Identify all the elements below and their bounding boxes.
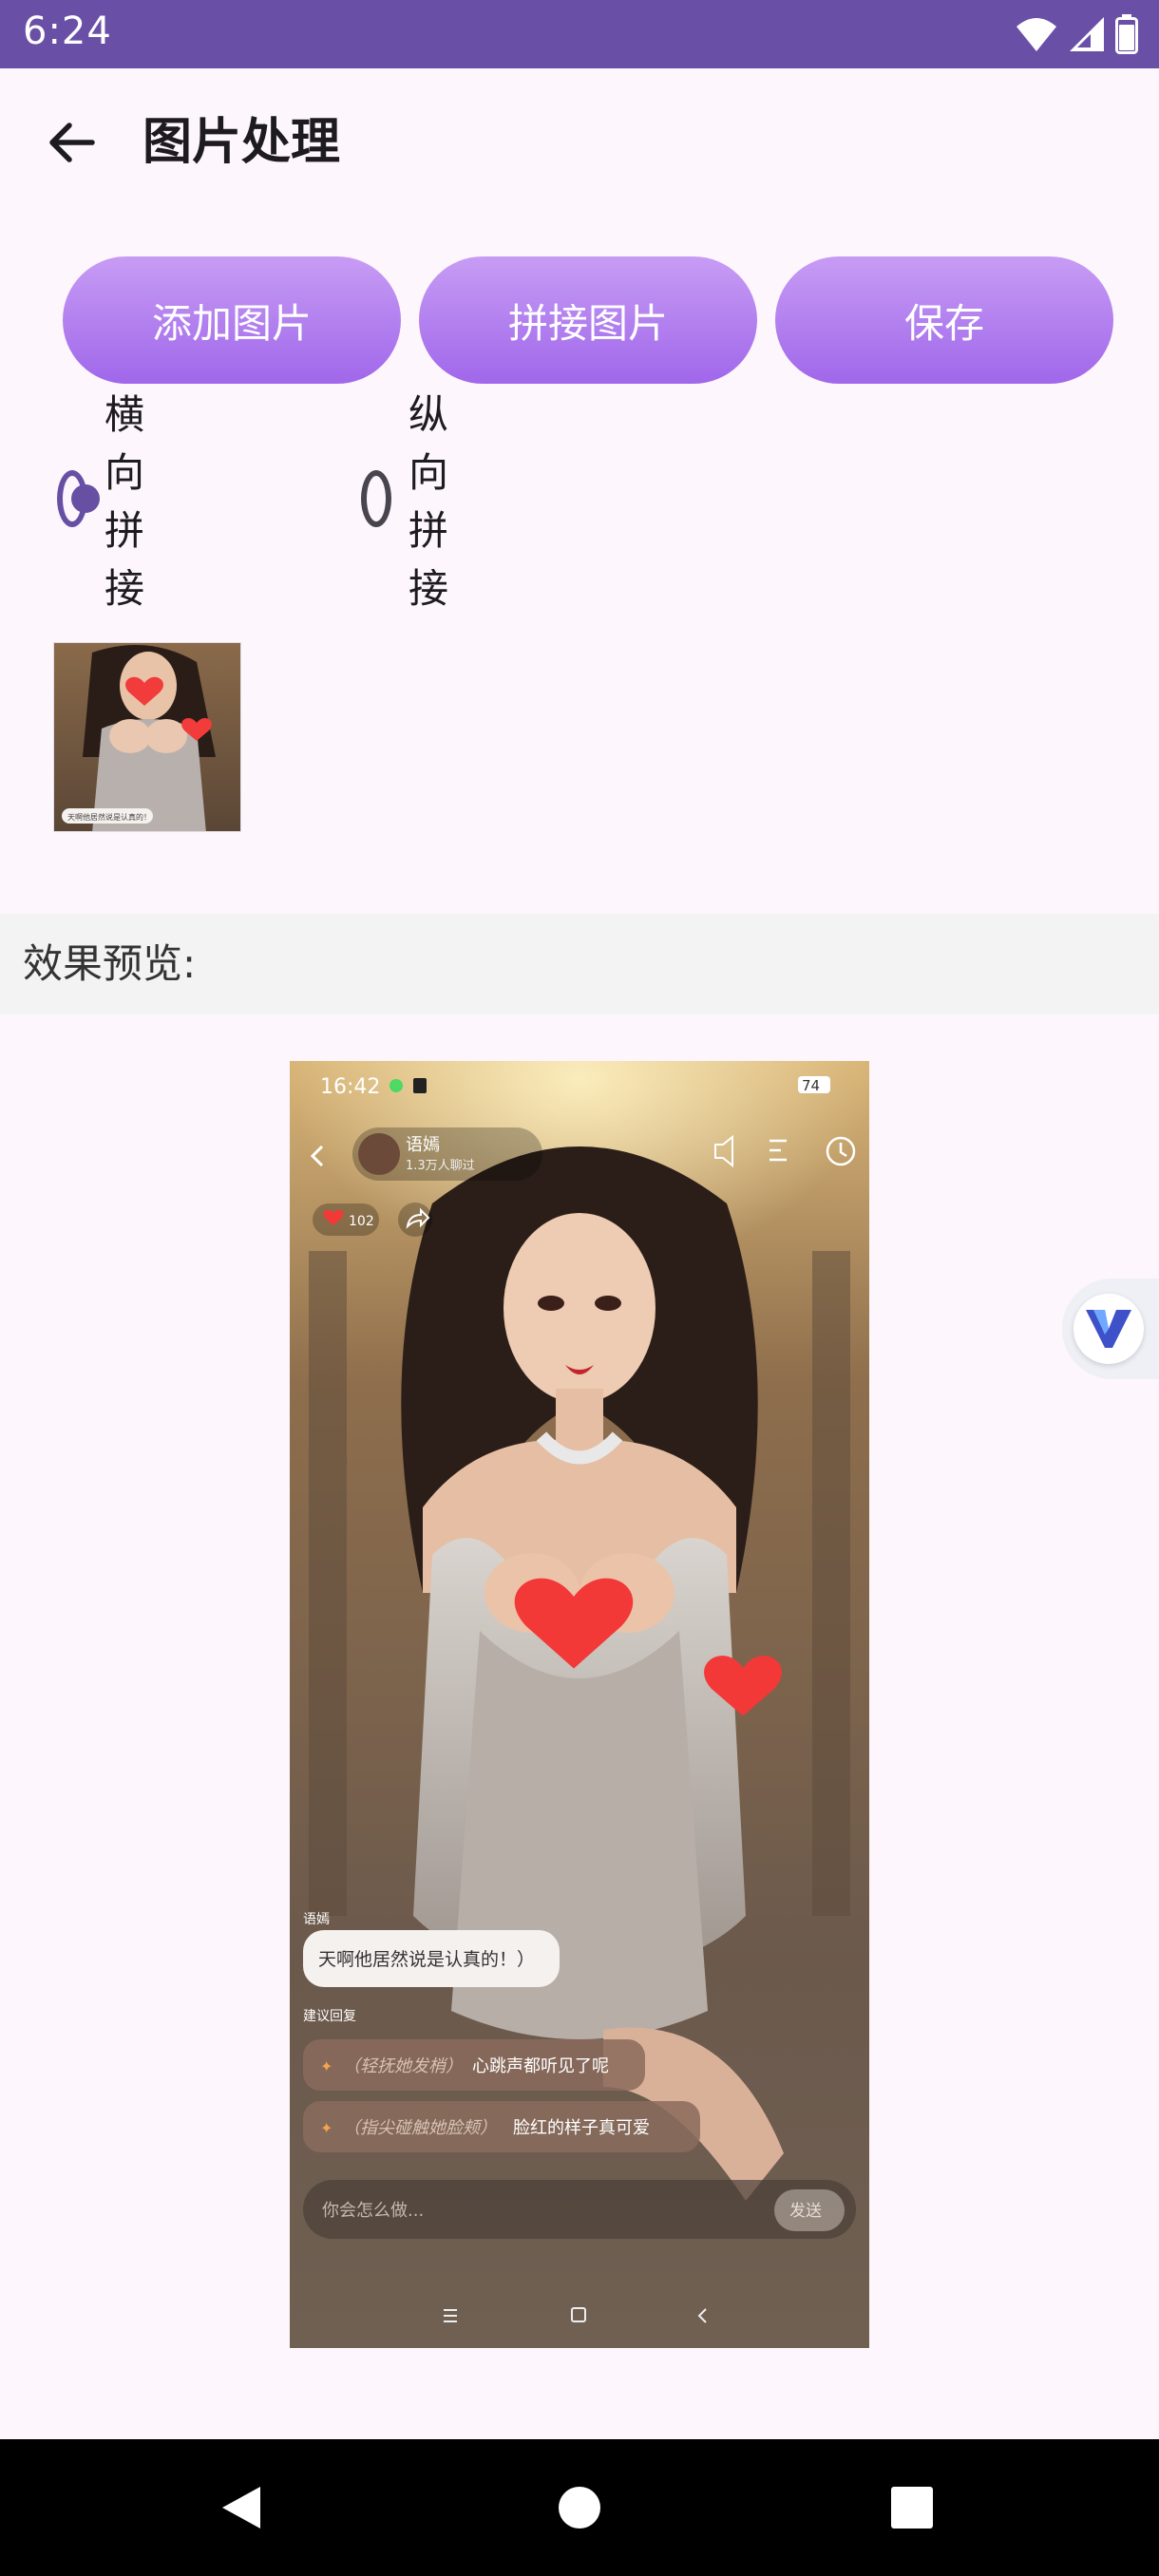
shot-likes: 102 <box>349 1214 374 1229</box>
shot-fans: 1.3万人聊过 <box>406 1159 475 1173</box>
shot-input: 你会怎么做... <box>322 2201 424 2221</box>
svg-text:✦: ✦ <box>320 2057 332 2075</box>
shot-message: 天啊他居然说是认真的！） <box>318 1949 535 1970</box>
shot-send: 发送 <box>789 2202 822 2221</box>
signal-icon <box>1070 17 1104 51</box>
system-nav-bar <box>0 2439 1159 2576</box>
shot-name: 语嫣 <box>406 1135 440 1155</box>
wifi-icon <box>1016 18 1056 51</box>
add-image-button[interactable]: 添加图片 <box>63 256 401 384</box>
v-logo-icon <box>1086 1310 1131 1348</box>
radio-circle-vertical[interactable] <box>361 470 391 527</box>
join-images-button[interactable]: 拼接图片 <box>419 256 757 384</box>
v-logo-disk <box>1074 1294 1144 1364</box>
preview-label: 效果预览: <box>23 940 197 987</box>
thumbnail-image: 天啊他居然说是认真的！ <box>54 643 240 831</box>
nav-back-button[interactable] <box>207 2473 276 2542</box>
shot-time: 16:42 <box>320 1075 380 1099</box>
shot-battery: 74 <box>802 1077 820 1094</box>
nav-back-icon <box>222 2487 260 2529</box>
radio-vertical[interactable]: 纵向拼接 <box>361 391 475 612</box>
shot-suggestion-hint-2: （指尖碰触她脸颊） <box>343 2118 497 2138</box>
battery-icon <box>1115 14 1138 54</box>
save-button[interactable]: 保存 <box>775 256 1113 384</box>
status-bar: 6:24 <box>0 0 1159 68</box>
nav-recents-button[interactable] <box>878 2473 946 2542</box>
shot-speaker: 语嫣 <box>303 1912 330 1927</box>
floating-assistant-button[interactable] <box>1062 1279 1159 1379</box>
nav-recents-icon <box>891 2487 933 2529</box>
image-thumbnail[interactable]: 天啊他居然说是认真的！ <box>53 642 241 832</box>
nav-home-button[interactable] <box>545 2473 614 2542</box>
shot-suggest-title: 建议回复 <box>303 2008 356 2024</box>
status-icons <box>1015 13 1138 55</box>
shot-suggestion-hint-1: （轻抚她发梢） <box>343 2056 463 2076</box>
radio-label-vertical[interactable]: 纵向拼接 <box>408 383 475 615</box>
shot-suggestion-text-1: 心跳声都听见了呢 <box>472 2056 609 2076</box>
radio-circle-horizontal[interactable] <box>57 470 100 527</box>
nav-home-icon <box>559 2487 600 2529</box>
svg-text:✦: ✦ <box>320 2119 332 2137</box>
radio-label-horizontal[interactable]: 横向拼接 <box>104 383 171 615</box>
status-time: 6:24 <box>23 9 112 53</box>
preview-header: 效果预览: <box>0 914 1159 1014</box>
page-title: 图片处理 <box>142 114 341 171</box>
back-button[interactable] <box>34 106 106 179</box>
thumbnail-caption: 天啊他居然说是认真的！ <box>67 812 151 822</box>
app-bar: 图片处理 <box>0 68 1159 211</box>
shot-suggestion-text-2: 脸红的样子真可爱 <box>513 2118 650 2138</box>
preview-image: 16:42 74 语嫣 1.3万人聊过 102 语嫣 天啊他居然说是认真的！） … <box>290 1061 869 2348</box>
radio-horizontal[interactable]: 横向拼接 <box>57 391 171 612</box>
back-arrow-icon <box>49 123 95 162</box>
